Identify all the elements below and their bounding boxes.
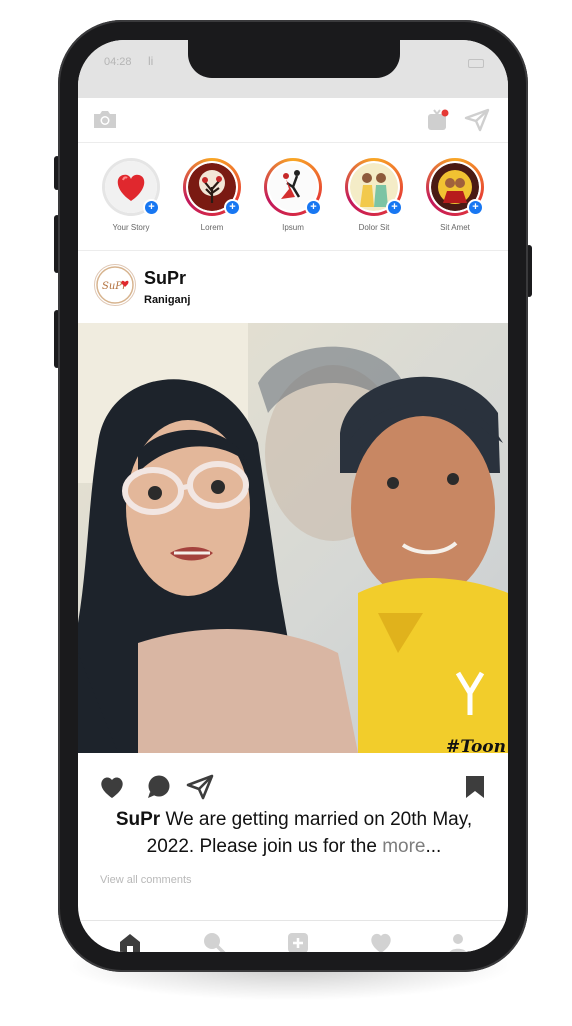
story-ipsum[interactable]: + Ipsum <box>255 158 331 232</box>
story-dolor-sit[interactable]: + Dolor Sit <box>336 158 412 232</box>
post-username[interactable]: SuPr <box>144 268 186 289</box>
caption-username[interactable]: SuPr <box>116 809 160 830</box>
story-ring: + <box>345 158 403 216</box>
add-story-icon[interactable]: + <box>143 199 160 216</box>
post-photo[interactable]: #Toon <box>78 323 508 753</box>
story-sit-amet[interactable]: + Sit Amet <box>417 158 493 232</box>
story-label: Dolor Sit <box>358 223 390 232</box>
bookmark-icon[interactable] <box>464 774 486 805</box>
send-icon[interactable] <box>464 108 490 137</box>
add-story-icon[interactable]: + <box>224 199 241 216</box>
caption-ellipsis: ... <box>425 836 442 857</box>
add-story-icon[interactable]: + <box>467 199 484 216</box>
signal-indicator: li <box>148 54 154 68</box>
story-ring: + <box>426 158 484 216</box>
post-avatar[interactable]: SuPr <box>94 264 136 306</box>
igtv-icon[interactable] <box>426 108 450 137</box>
profile-icon[interactable] <box>446 931 470 952</box>
share-icon[interactable] <box>186 774 214 805</box>
story-your-story[interactable]: + Your Story <box>93 158 169 232</box>
phone-screen: 04:28 li + Your Story + Lorem + Ipsum + … <box>78 40 508 952</box>
add-story-icon[interactable]: + <box>305 199 322 216</box>
stories-bar: + Your Story + Lorem + Ipsum + Dolor Sit… <box>78 144 508 251</box>
story-label: Your Story <box>112 223 150 232</box>
post-actions <box>78 770 508 804</box>
post-location[interactable]: Raniganj <box>144 294 190 306</box>
view-comments-link[interactable]: View all comments <box>100 874 192 886</box>
story-ring: + <box>102 158 160 216</box>
couple-photo-image <box>78 323 508 753</box>
story-label: Sit Amet <box>440 223 470 232</box>
supr-logo-icon: SuPr <box>96 266 134 304</box>
post-caption: SuPr We are getting married on 20th May,… <box>96 806 492 860</box>
story-ring: + <box>264 158 322 216</box>
battery-icon <box>468 59 484 68</box>
top-nav <box>78 98 508 143</box>
search-icon[interactable] <box>202 931 226 952</box>
photo-watermark: #Toon <box>446 737 506 753</box>
add-story-icon[interactable]: + <box>386 199 403 216</box>
bottom-nav <box>78 920 508 952</box>
camera-icon[interactable] <box>92 108 118 135</box>
story-ring: + <box>183 158 241 216</box>
comment-icon[interactable] <box>146 774 172 805</box>
heart-icon[interactable] <box>98 774 126 805</box>
home-icon[interactable] <box>118 931 142 952</box>
activity-heart-icon[interactable] <box>368 931 394 952</box>
story-label: Lorem <box>200 223 224 232</box>
phone-frame: 04:28 li + Your Story + Lorem + Ipsum + … <box>58 20 528 972</box>
status-time: 04:28 <box>104 56 132 68</box>
notch <box>188 40 400 78</box>
caption-more-link[interactable]: more <box>382 836 425 857</box>
post-header: SuPr SuPr Raniganj <box>78 252 508 320</box>
story-lorem[interactable]: + Lorem <box>174 158 250 232</box>
story-label: Ipsum <box>282 223 304 232</box>
add-icon[interactable] <box>286 931 310 952</box>
